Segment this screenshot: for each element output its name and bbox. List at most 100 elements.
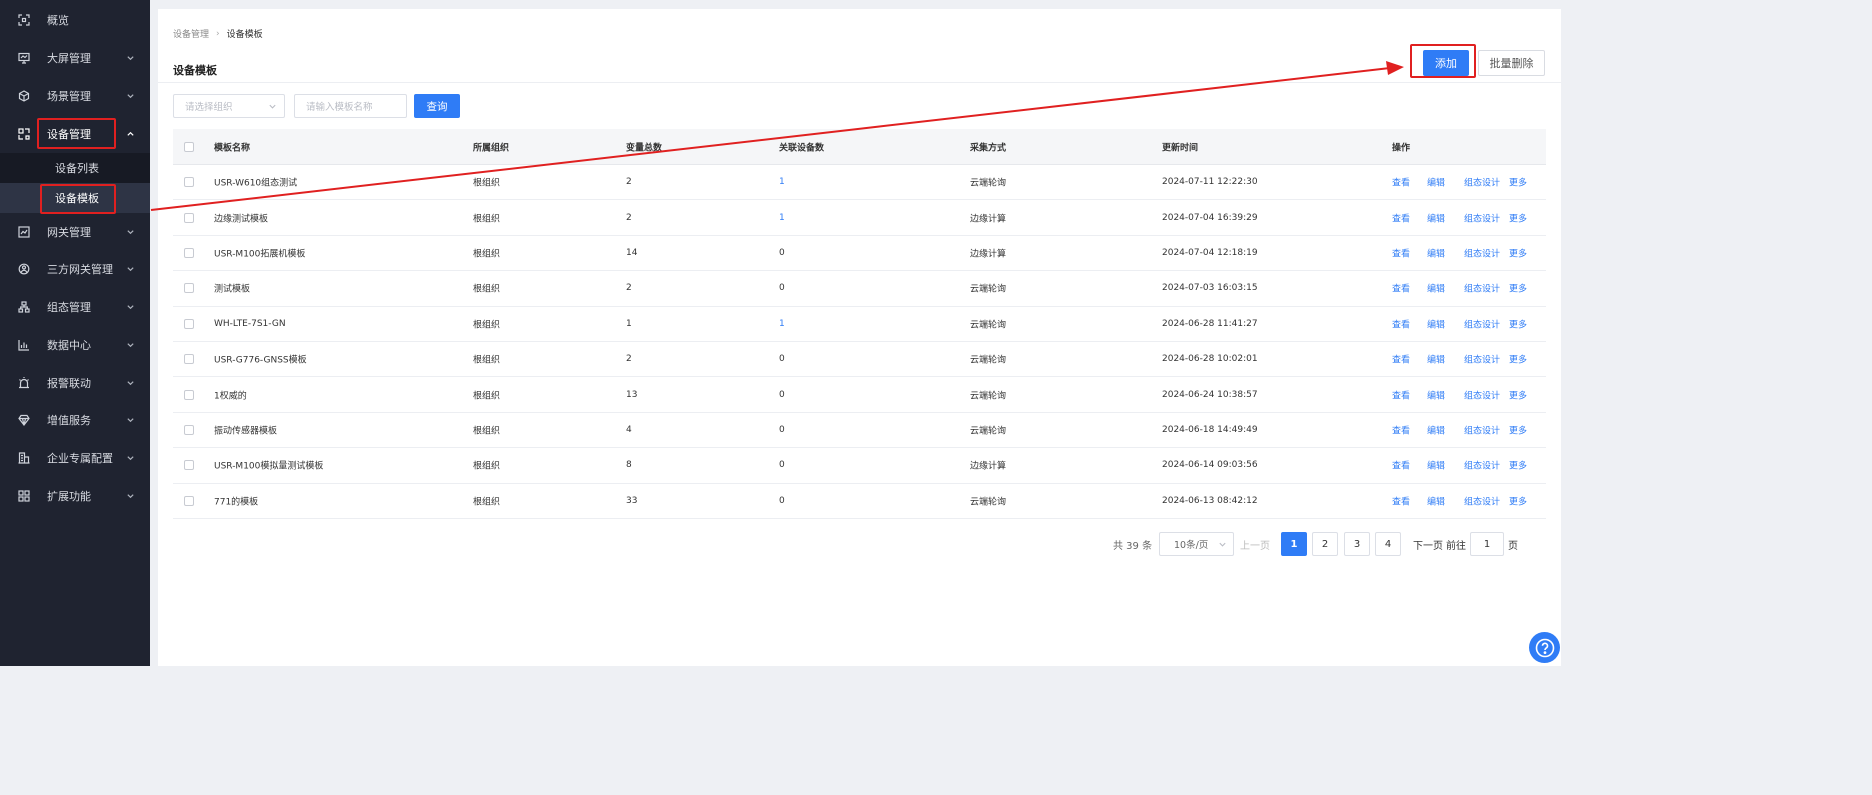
more-link[interactable]: 更多: [1509, 459, 1527, 472]
sidebar-item-scene[interactable]: 场景管理: [0, 77, 150, 115]
cell-vars: 2: [626, 177, 632, 188]
cell-mode: 云端轮询: [970, 284, 1007, 295]
design-link[interactable]: 组态设计: [1464, 211, 1500, 224]
sidebar-item-data-center[interactable]: 数据中心: [0, 326, 150, 364]
design-link[interactable]: 组态设计: [1464, 176, 1500, 189]
view-link[interactable]: 查看: [1392, 282, 1410, 295]
row-checkbox[interactable]: [184, 212, 194, 223]
sidebar-item-overview[interactable]: 概览: [0, 1, 150, 39]
next-page-button[interactable]: 下一页: [1413, 532, 1443, 556]
design-link[interactable]: 组态设计: [1464, 246, 1500, 259]
table-row: USR-W610组态测试 根组织 2 1 云端轮询 2024-07-11 12:22:30…: [173, 165, 1546, 201]
breadcrumb-current: 设备模板: [226, 30, 263, 40]
goto-page-input[interactable]: 1: [1470, 532, 1504, 556]
sidebar-item-extensions[interactable]: 扩展功能: [0, 477, 150, 515]
edit-link[interactable]: 编辑: [1427, 388, 1445, 401]
third-party-icon: [18, 263, 30, 275]
sidebar-item-gateway[interactable]: 网关管理: [0, 213, 150, 251]
cell-devices[interactable]: 1: [779, 213, 785, 223]
org-select[interactable]: 请选择组织: [173, 94, 285, 118]
view-link[interactable]: 查看: [1392, 246, 1410, 259]
more-link[interactable]: 更多: [1509, 317, 1527, 330]
sidebar-item-label: 大屏管理: [47, 51, 91, 65]
sidebar-item-device[interactable]: 设备管理: [0, 115, 150, 153]
sidebar-item-third-party-gateway[interactable]: 三方网关管理: [0, 250, 150, 288]
edit-link[interactable]: 编辑: [1427, 282, 1445, 295]
more-link[interactable]: 更多: [1509, 246, 1527, 259]
view-link[interactable]: 查看: [1392, 317, 1410, 330]
select-all-checkbox[interactable]: [184, 141, 194, 152]
edit-link[interactable]: 编辑: [1427, 459, 1445, 472]
prev-page-button[interactable]: 上一页: [1240, 532, 1270, 556]
add-button[interactable]: 添加: [1423, 50, 1469, 76]
edit-link[interactable]: 编辑: [1427, 353, 1445, 366]
page-button-4[interactable]: 4: [1375, 532, 1401, 556]
more-link[interactable]: 更多: [1509, 176, 1527, 189]
row-checkbox[interactable]: [184, 495, 194, 506]
cell-time: 2024-06-24 10:38:57: [1162, 389, 1258, 400]
row-checkbox[interactable]: [184, 354, 194, 365]
design-link[interactable]: 组态设计: [1464, 317, 1500, 330]
more-link[interactable]: 更多: [1509, 423, 1527, 436]
row-checkbox[interactable]: [184, 389, 194, 400]
cell-org: 根组织: [473, 461, 501, 472]
more-link[interactable]: 更多: [1509, 282, 1527, 295]
row-checkbox[interactable]: [184, 460, 194, 471]
row-checkbox[interactable]: [184, 247, 194, 258]
page-button-2[interactable]: 2: [1312, 532, 1338, 556]
edit-link[interactable]: 编辑: [1427, 176, 1445, 189]
design-link[interactable]: 组态设计: [1464, 423, 1500, 436]
view-link[interactable]: 查看: [1392, 176, 1410, 189]
design-link[interactable]: 组态设计: [1464, 353, 1500, 366]
edit-link[interactable]: 编辑: [1427, 423, 1445, 436]
edit-link[interactable]: 编辑: [1427, 494, 1445, 507]
chevron-down-icon: [127, 94, 134, 99]
cell-time: 2024-07-04 16:39:29: [1162, 212, 1258, 223]
sidebar-item-screen[interactable]: 大屏管理: [0, 39, 150, 77]
view-link[interactable]: 查看: [1392, 353, 1410, 366]
sidebar-subitem-device-list[interactable]: 设备列表: [0, 153, 150, 183]
view-link[interactable]: 查看: [1392, 494, 1410, 507]
template-name-input[interactable]: 请输入模板名称: [294, 94, 407, 118]
sidebar-item-enterprise-config[interactable]: 企业专属配置: [0, 439, 150, 477]
sidebar-item-label: 概览: [47, 13, 69, 27]
view-link[interactable]: 查看: [1392, 423, 1410, 436]
cell-devices[interactable]: 1: [779, 319, 785, 329]
table-row: WH-LTE-7S1-GN 根组织 1 1 云端轮询 2024-06-28 11:41:2…: [173, 307, 1546, 342]
more-link[interactable]: 更多: [1509, 353, 1527, 366]
query-button[interactable]: 查询: [414, 94, 460, 118]
page-size-select[interactable]: 10条/页: [1159, 532, 1234, 556]
design-link[interactable]: 组态设计: [1464, 388, 1500, 401]
view-link[interactable]: 查看: [1392, 388, 1410, 401]
page-button-1[interactable]: 1: [1281, 532, 1307, 556]
page-button-3[interactable]: 3: [1344, 532, 1370, 556]
view-link[interactable]: 查看: [1392, 459, 1410, 472]
sidebar-item-topology[interactable]: 组态管理: [0, 288, 150, 326]
row-checkbox[interactable]: [184, 283, 194, 294]
help-button[interactable]: [1529, 632, 1560, 663]
cell-time: 2024-06-18 14:49:49: [1162, 424, 1258, 435]
breadcrumb-separator-icon: ›: [216, 28, 220, 39]
chevron-up-icon: [127, 131, 134, 136]
edit-link[interactable]: 编辑: [1427, 317, 1445, 330]
design-link[interactable]: 组态设计: [1464, 459, 1500, 472]
question-icon: [1535, 638, 1554, 657]
design-link[interactable]: 组态设计: [1464, 282, 1500, 295]
design-link[interactable]: 组态设计: [1464, 494, 1500, 507]
batch-delete-button[interactable]: 批量删除: [1478, 50, 1545, 76]
more-link[interactable]: 更多: [1509, 388, 1527, 401]
row-checkbox[interactable]: [184, 318, 194, 329]
row-checkbox[interactable]: [184, 424, 194, 435]
edit-link[interactable]: 编辑: [1427, 246, 1445, 259]
row-checkbox[interactable]: [184, 177, 194, 188]
cell-mode: 云端轮询: [970, 178, 1007, 189]
sidebar-subitem-device-template[interactable]: 设备模板: [0, 183, 150, 213]
breadcrumb-parent[interactable]: 设备管理: [173, 27, 209, 40]
more-link[interactable]: 更多: [1509, 211, 1527, 224]
sidebar-item-value-added[interactable]: 增值服务: [0, 401, 150, 439]
edit-link[interactable]: 编辑: [1427, 211, 1445, 224]
cell-devices[interactable]: 1: [779, 177, 785, 187]
sidebar-item-alarm[interactable]: 报警联动: [0, 364, 150, 402]
view-link[interactable]: 查看: [1392, 211, 1410, 224]
more-link[interactable]: 更多: [1509, 494, 1527, 507]
